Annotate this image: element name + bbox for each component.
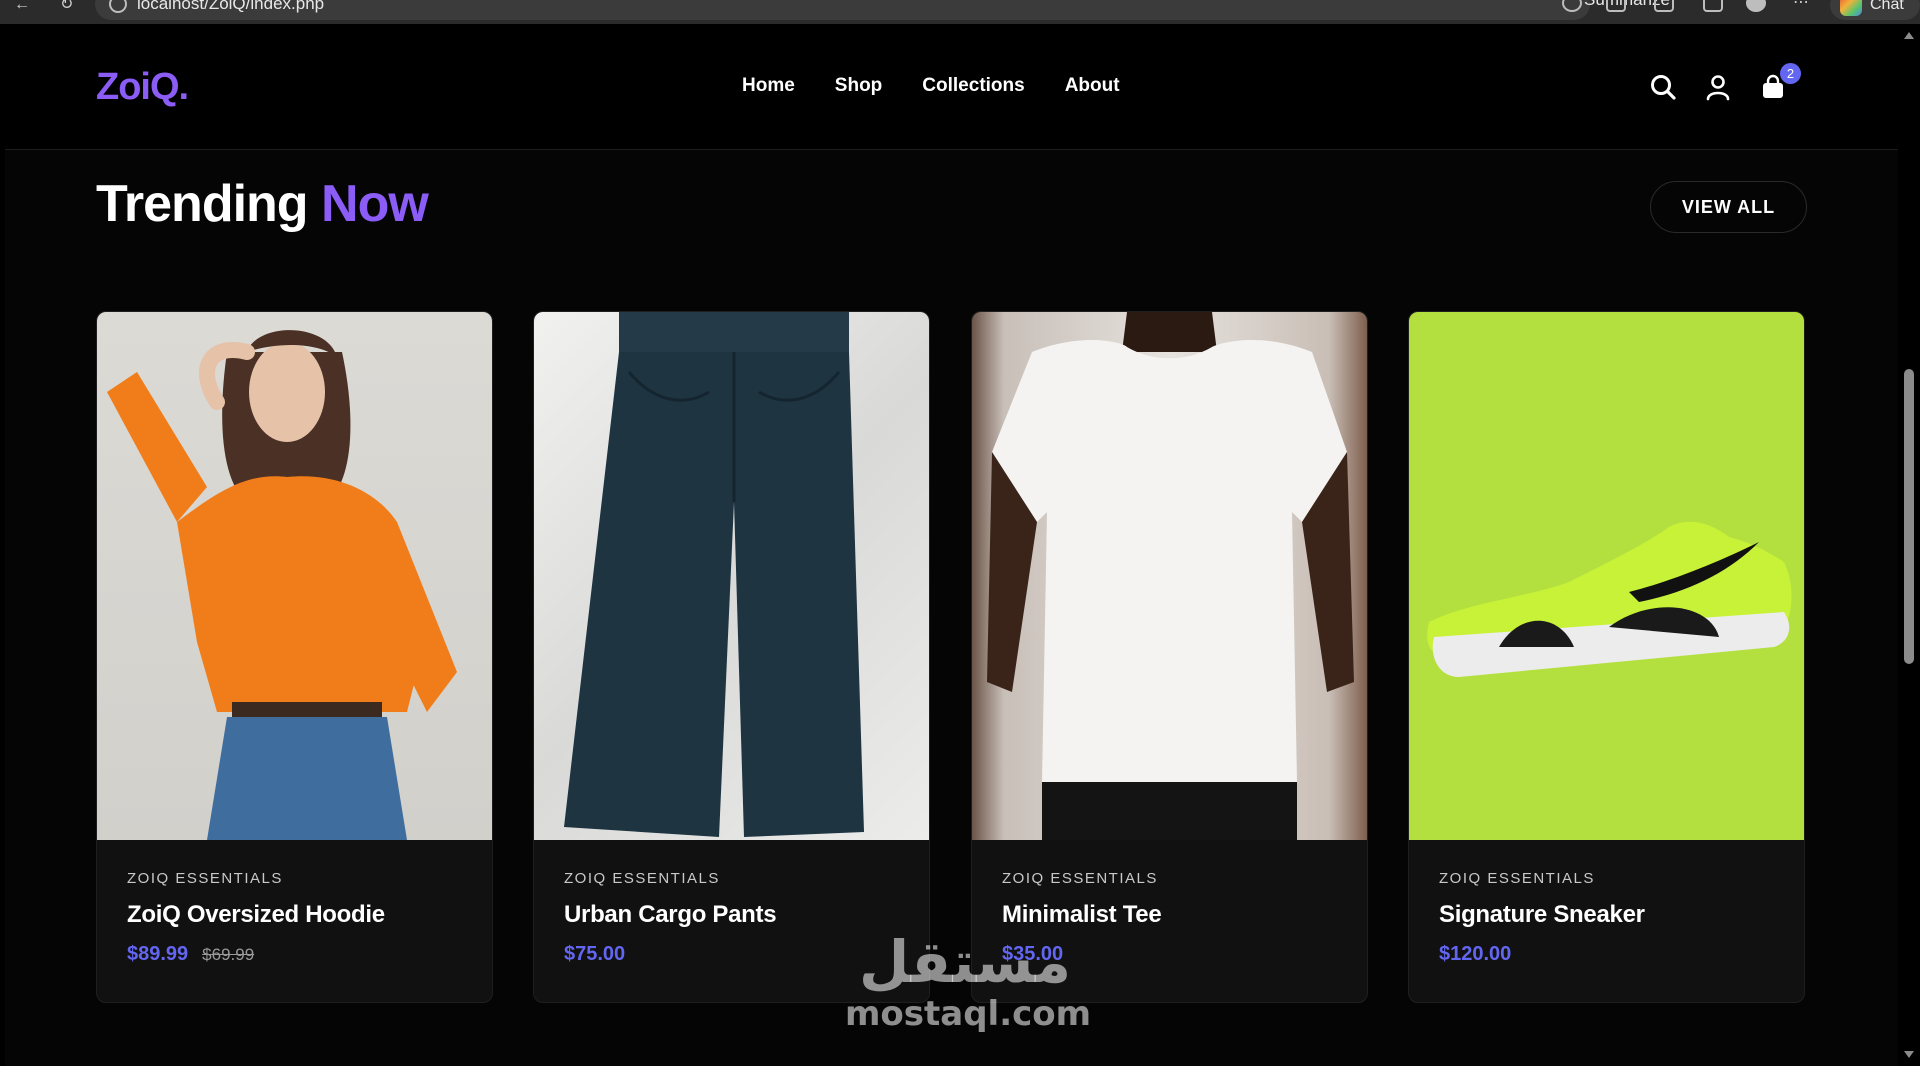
cart-count-badge: 2 [1780,63,1801,84]
product-name[interactable]: Signature Sneaker [1439,901,1804,929]
product-image-pants[interactable] [534,312,929,840]
copilot-icon [1840,0,1862,16]
product-info: ZOIQ ESSENTIALS Urban Cargo Pants $75.00 [534,840,929,1002]
scroll-up-icon[interactable] [1904,32,1914,39]
reload-icon[interactable]: ↻ [60,0,82,14]
product-price: $75.00 [564,943,626,965]
site-logo[interactable]: ZoiQ. [96,66,189,109]
scroll-down-icon[interactable] [1904,1051,1914,1058]
view-all-button[interactable]: VIEW ALL [1650,181,1807,233]
product-old-price: $69.99 [202,945,255,964]
nav-collections[interactable]: Collections [922,75,1024,97]
profile-icon[interactable] [1746,0,1766,12]
product-card-sneaker[interactable]: ZOIQ ESSENTIALS Signature Sneaker $120.0… [1408,311,1805,1003]
more-icon[interactable]: ⋯ [1793,0,1815,12]
nav-home[interactable]: Home [742,75,795,97]
product-price: $120.00 [1439,943,1512,965]
product-brand: ZOIQ ESSENTIALS [127,870,283,887]
product-brand: ZOIQ ESSENTIALS [564,870,720,887]
extensions-icon[interactable] [1606,0,1626,12]
product-card-tee[interactable]: ZOIQ ESSENTIALS Minimalist Tee $35.00 [971,311,1368,1003]
product-price-row: $120.00 [1439,943,1804,966]
chat-label: Chat [1870,0,1904,13]
section-title-main: Trending [96,175,309,233]
favorites-icon[interactable] [1654,0,1674,12]
info-icon[interactable] [109,0,127,13]
product-price: $35.00 [1002,943,1064,965]
product-brand: ZOIQ ESSENTIALS [1439,870,1595,887]
product-image-sneaker[interactable] [1409,312,1804,840]
scrollbar[interactable] [1898,24,1920,1066]
product-brand: ZOIQ ESSENTIALS [1002,870,1158,887]
user-icon[interactable] [1704,73,1732,101]
search-icon[interactable] [1649,73,1677,101]
chat-button[interactable]: Chat [1830,0,1920,20]
scrollbar-thumb[interactable] [1904,369,1914,664]
product-card-hoodie[interactable]: ZOIQ ESSENTIALS ZoiQ Oversized Hoodie $8… [96,311,493,1003]
product-info: ZOIQ ESSENTIALS Minimalist Tee $35.00 [972,840,1367,1002]
downloads-icon[interactable] [1703,0,1723,12]
browser-toolbar: ← ↻ localhost/ZoiQ/index.php Summarize ⋯… [0,0,1920,24]
nav-about[interactable]: About [1065,75,1120,97]
page: ZoiQ. Home Shop Collections About 2 Tren… [5,24,1898,1066]
product-price-row: $75.00 [564,943,929,966]
cart-icon[interactable]: 2 [1759,63,1801,101]
product-name[interactable]: ZoiQ Oversized Hoodie [127,901,492,929]
main-nav: Home Shop Collections About [742,75,1120,97]
product-name[interactable]: Minimalist Tee [1002,901,1367,929]
header-actions: 2 [1649,63,1801,101]
back-icon[interactable]: ← [14,0,36,14]
product-price-row: $35.00 [1002,943,1367,966]
nav-shop[interactable]: Shop [835,75,883,97]
product-image-tee[interactable] [972,312,1367,840]
section-title: Trending Now [96,174,429,234]
product-info: ZOIQ ESSENTIALS Signature Sneaker $120.0… [1409,840,1804,1002]
product-price-row: $89.99 $69.99 [127,943,492,966]
product-name[interactable]: Urban Cargo Pants [564,901,929,929]
product-price: $89.99 [127,943,189,965]
product-card-pants[interactable]: ZOIQ ESSENTIALS Urban Cargo Pants $75.00 [533,311,930,1003]
url-text: localhost/ZoiQ/index.php [137,0,325,13]
section-title-accent: Now [321,175,429,233]
address-bar[interactable]: localhost/ZoiQ/index.php [95,0,1590,20]
site-header: ZoiQ. Home Shop Collections About 2 [5,24,1898,150]
product-image-hoodie[interactable] [97,312,492,840]
product-info: ZOIQ ESSENTIALS ZoiQ Oversized Hoodie $8… [97,840,492,1002]
